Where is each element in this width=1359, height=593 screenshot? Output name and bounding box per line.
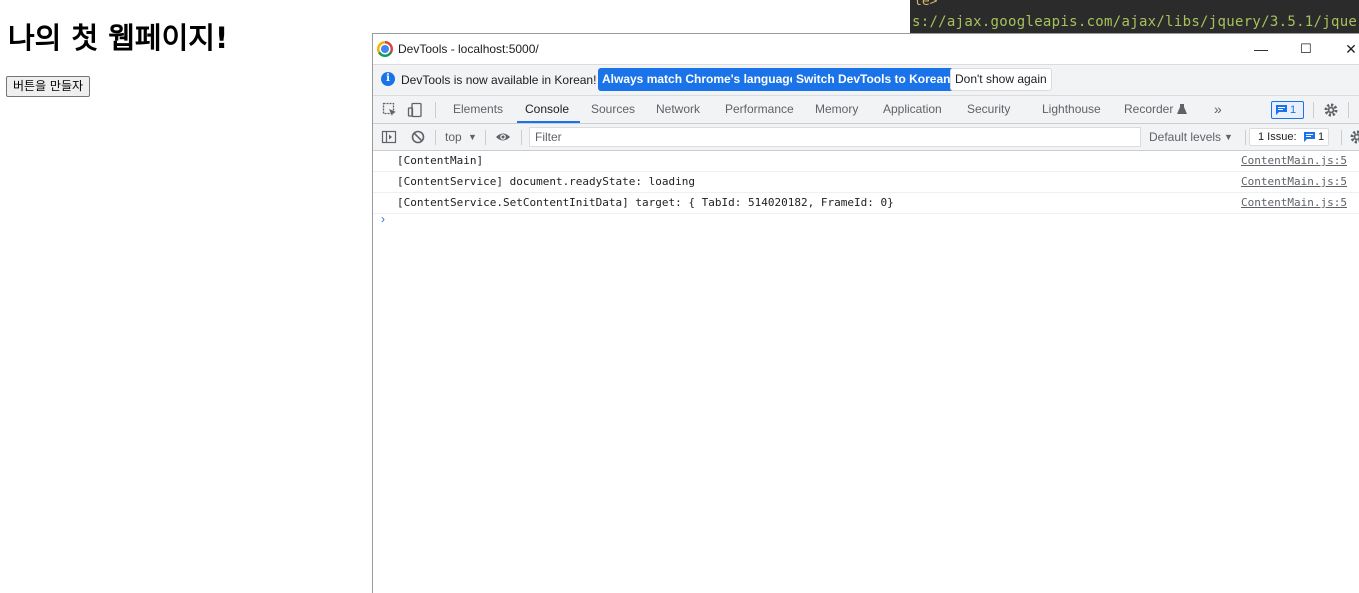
tab-security[interactable]: Security [967, 96, 1010, 123]
device-toolbar-icon[interactable] [407, 102, 423, 118]
minimize-button[interactable]: — [1249, 38, 1273, 60]
issues-counter-button[interactable]: 1 Issue: 1 [1249, 128, 1329, 146]
window-titlebar[interactable]: DevTools - localhost:5000/ — ☐ ✕ [373, 34, 1359, 64]
tab-memory[interactable]: Memory [815, 96, 858, 123]
live-expression-eye-icon[interactable] [495, 129, 511, 145]
console-message: [ContentMain] ContentMain.js:5 [373, 151, 1359, 172]
issues-badge[interactable]: 1 [1271, 101, 1304, 119]
divider [521, 130, 522, 145]
experimental-flask-icon [1177, 104, 1187, 114]
console-message-source-link[interactable]: ContentMain.js:5 [1241, 154, 1347, 167]
divider [1341, 130, 1342, 145]
more-tabs-button[interactable]: » [1214, 96, 1222, 123]
inspect-element-icon[interactable] [382, 102, 398, 118]
console-toolbar: top ▼ Filter Default levels ▼ 1 Issue: 1 [373, 124, 1359, 151]
language-infobar: i DevTools is now available in Korean! A… [373, 64, 1359, 96]
tab-lighthouse[interactable]: Lighthouse [1042, 96, 1101, 123]
divider [435, 102, 436, 118]
chevron-down-icon: ▼ [1224, 132, 1233, 142]
message-icon [1276, 105, 1287, 115]
divider [1245, 130, 1246, 145]
devtools-window: DevTools - localhost:5000/ — ☐ ✕ i DevTo… [372, 33, 1359, 593]
chrome-icon [377, 41, 393, 57]
divider [1348, 102, 1349, 118]
divider [485, 130, 486, 145]
tab-performance[interactable]: Performance [725, 96, 794, 123]
chevron-down-icon: ▼ [468, 132, 477, 142]
console-message-text: [ContentService] document.readyState: lo… [397, 175, 696, 188]
tab-recorder[interactable]: Recorder [1124, 96, 1173, 123]
match-language-button[interactable]: Always match Chrome's language [598, 68, 801, 91]
close-button[interactable]: ✕ [1339, 38, 1359, 60]
clear-console-icon[interactable] [410, 129, 426, 145]
make-button[interactable]: 버튼을 만들자 [6, 76, 91, 97]
console-message: [ContentService.SetContentInitData] targ… [373, 193, 1359, 214]
console-message-source-link[interactable]: ContentMain.js:5 [1241, 175, 1347, 188]
issues-counter-count: 1 [1318, 131, 1325, 143]
tab-elements[interactable]: Elements [453, 96, 503, 123]
tab-sources[interactable]: Sources [591, 96, 635, 123]
divider [435, 130, 436, 145]
page-title: 나의 첫 웹페이지! [8, 21, 229, 55]
console-prompt[interactable]: › [381, 212, 385, 226]
console-message-source-link[interactable]: ContentMain.js:5 [1241, 196, 1347, 209]
background-code-editor: le> s://ajax.googleapis.com/ajax/libs/jq… [910, 0, 1359, 34]
tab-application[interactable]: Application [883, 96, 942, 123]
divider [1313, 102, 1314, 118]
issues-badge-count: 1 [1290, 104, 1297, 116]
maximize-button[interactable]: ☐ [1294, 38, 1318, 60]
tab-network[interactable]: Network [656, 96, 700, 123]
context-selector[interactable]: top [445, 130, 462, 144]
window-title: DevTools - localhost:5000/ [398, 42, 539, 56]
message-icon [1304, 132, 1315, 142]
sidebar-toggle-icon[interactable] [381, 129, 397, 145]
editor-line: le> [914, 0, 938, 9]
console-filter-input[interactable]: Filter [529, 127, 1141, 147]
console-message: [ContentService] document.readyState: lo… [373, 172, 1359, 193]
console-message-text: [ContentService.SetContentInitData] targ… [397, 196, 894, 209]
info-icon: i [381, 72, 395, 86]
console-messages: [ContentMain] ContentMain.js:5 [ContentS… [373, 151, 1359, 214]
dont-show-again-button[interactable]: Don't show again [950, 68, 1052, 91]
issues-counter-label: 1 Issue: [1258, 131, 1297, 143]
console-settings-gear-icon[interactable] [1349, 129, 1359, 145]
switch-korean-button[interactable]: Switch DevTools to Korean [792, 68, 955, 91]
devtools-tabstrip: Elements Console Sources Network Perform… [373, 96, 1359, 124]
tab-console[interactable]: Console [516, 96, 581, 123]
infobar-message: DevTools is now available in Korean! [401, 73, 597, 87]
editor-line-url: s://ajax.googleapis.com/ajax/libs/jquery… [912, 14, 1359, 30]
settings-gear-icon[interactable] [1323, 102, 1339, 118]
console-message-text: [ContentMain] [397, 154, 484, 167]
log-levels-dropdown[interactable]: Default levels [1149, 130, 1221, 144]
